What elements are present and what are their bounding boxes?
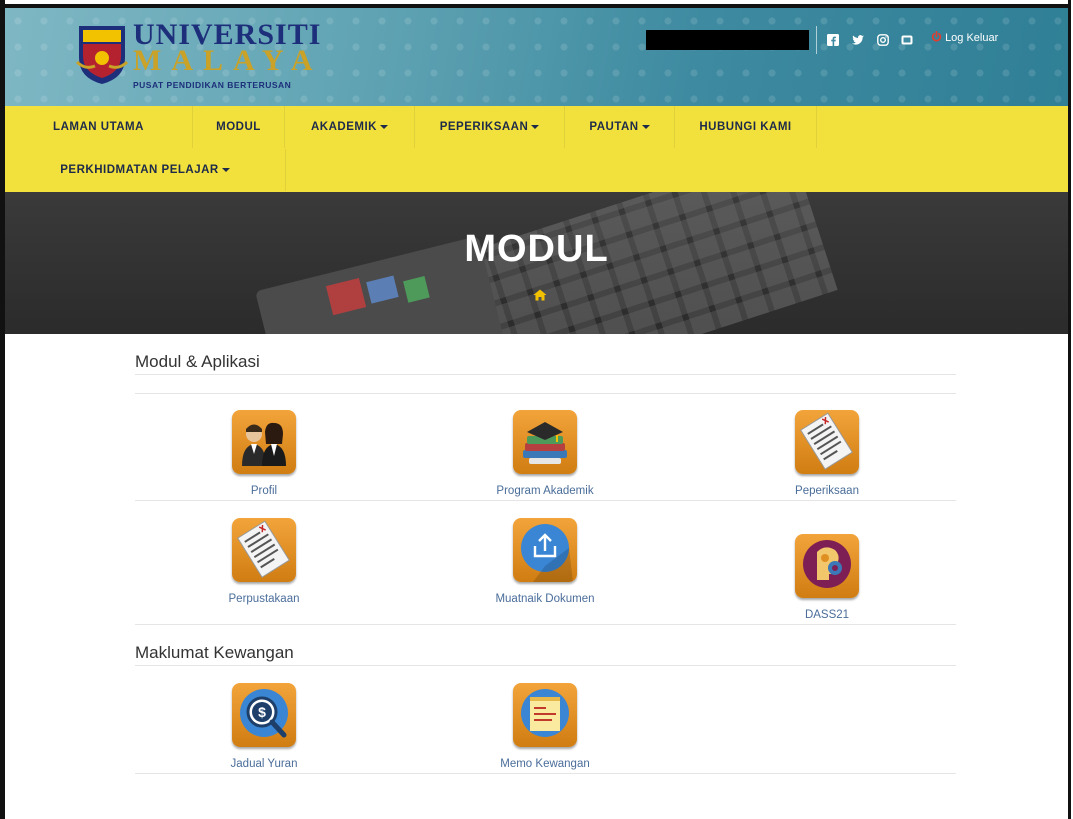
module-memo-kewangan[interactable]: Memo Kewangan	[445, 683, 645, 770]
nav-label: AKADEMIK	[311, 121, 377, 133]
power-icon	[931, 30, 942, 42]
crest-icon	[75, 26, 129, 84]
upload-icon	[513, 518, 577, 582]
nav-item-peperiksaan[interactable]: PEPERIKSAAN	[415, 106, 565, 148]
nav-label: PAUTAN	[589, 121, 639, 133]
nav-item-laman-utama[interactable]: LAMAN UTAMA	[5, 106, 193, 148]
module-profil[interactable]: Profil	[164, 410, 364, 497]
instagram-icon[interactable]	[877, 34, 889, 46]
fee-search-icon: $	[232, 683, 296, 747]
module-label: Program Akademik	[496, 485, 594, 497]
redacted-username	[646, 30, 809, 50]
nav-item-perkhidmatan-pelajar[interactable]: PERKHIDMATAN PELAJAR	[5, 149, 286, 191]
svg-text:$: $	[258, 704, 266, 720]
module-label: Muatnaik Dokumen	[495, 593, 595, 605]
memo-icon	[513, 683, 577, 747]
divider	[135, 374, 956, 375]
home-icon[interactable]	[533, 289, 547, 301]
module-label: Perpustakaan	[228, 593, 300, 605]
divider	[135, 624, 956, 625]
module-label: DASS21	[804, 609, 850, 621]
library-sheet-icon	[232, 518, 296, 582]
module-label: Profil	[250, 485, 278, 497]
divider	[135, 773, 956, 774]
module-program-akademik[interactable]: Program Akademik	[445, 410, 645, 497]
page-title: MODUL	[464, 228, 609, 270]
module-label: Memo Kewangan	[500, 758, 590, 770]
profile-icon	[232, 410, 296, 474]
module-perpustakaan[interactable]: Perpustakaan	[164, 518, 364, 605]
caret-down-icon	[641, 124, 650, 129]
module-dass21[interactable]: DASS21	[727, 534, 927, 621]
books-icon	[513, 410, 577, 474]
module-label: Peperiksaan	[795, 485, 859, 497]
nav-label: MODUL	[216, 121, 261, 133]
section-title-modul-aplikasi: Modul & Aplikasi	[135, 352, 260, 371]
logo-tagline: PUSAT PENDIDIKAN BERTERUSAN	[133, 80, 292, 90]
logo-subtitle: MALAYA	[133, 44, 323, 77]
logout-link[interactable]: Log Keluar	[931, 30, 999, 44]
site-header: UNIVERSITI MALAYA PUSAT PENDIDIKAN BERTE…	[5, 4, 1068, 106]
module-peperiksaan[interactable]: Peperiksaan	[727, 410, 927, 497]
nav-item-hubungi-kami[interactable]: HUBUNGI KAMI	[675, 106, 817, 148]
exam-sheet-icon	[795, 410, 859, 474]
logout-label: Log Keluar	[945, 32, 999, 44]
caret-down-icon	[379, 124, 388, 129]
divider	[135, 665, 956, 666]
main-nav: LAMAN UTAMA MODUL AKADEMIK PEPERIKSAAN P…	[5, 106, 1068, 192]
page-banner: MODUL	[5, 192, 1068, 334]
nav-label: PEPERIKSAAN	[439, 121, 529, 133]
module-jadual-yuran[interactable]: $ Jadual Yuran	[164, 683, 364, 770]
twitter-icon[interactable]	[852, 34, 864, 46]
facebook-icon[interactable]	[827, 34, 839, 46]
header-divider	[816, 26, 817, 54]
divider	[135, 500, 956, 501]
divider	[135, 393, 956, 394]
caret-down-icon	[221, 167, 230, 172]
youtube-icon[interactable]	[901, 34, 913, 46]
nav-label: LAMAN UTAMA	[53, 121, 144, 133]
nav-item-pautan[interactable]: PAUTAN	[565, 106, 675, 148]
nav-item-akademik[interactable]: AKADEMIK	[285, 106, 415, 148]
mind-gear-icon	[795, 534, 859, 598]
caret-down-icon	[531, 124, 540, 129]
module-muatnaik-dokumen[interactable]: Muatnaik Dokumen	[445, 518, 645, 605]
nav-label: PERKHIDMATAN PELAJAR	[60, 164, 219, 176]
section-title-maklumat-kewangan: Maklumat Kewangan	[135, 643, 294, 662]
module-label: Jadual Yuran	[230, 758, 298, 770]
nav-label: HUBUNGI KAMI	[699, 121, 792, 133]
nav-item-modul[interactable]: MODUL	[193, 106, 285, 148]
university-logo[interactable]: UNIVERSITI MALAYA PUSAT PENDIDIKAN BERTE…	[75, 20, 320, 92]
